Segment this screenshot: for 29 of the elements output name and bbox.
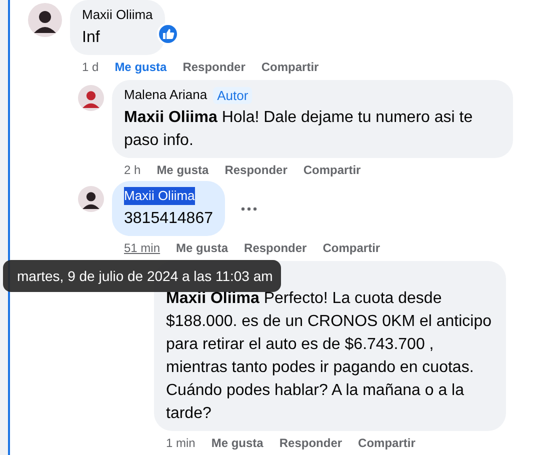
comment-text: Inf bbox=[82, 28, 101, 48]
comment-time[interactable]: 1 d bbox=[82, 60, 99, 74]
comment-action[interactable]: Responder bbox=[224, 163, 288, 177]
comment-time[interactable]: 2 h bbox=[124, 163, 141, 177]
author-name[interactable]: Maxii Oliima bbox=[82, 6, 153, 24]
comment-action[interactable]: Responder bbox=[182, 60, 246, 74]
avatar[interactable] bbox=[28, 3, 62, 37]
comment-action[interactable]: Responder bbox=[244, 241, 307, 255]
comment-action[interactable]: Compartir bbox=[261, 60, 319, 74]
comment-text: 3815414867 bbox=[124, 209, 213, 229]
comment-action[interactable]: Me gusta bbox=[176, 241, 228, 255]
comment-action[interactable]: Me gusta bbox=[114, 60, 167, 74]
avatar[interactable] bbox=[78, 186, 104, 212]
comment-action[interactable]: Responder bbox=[279, 436, 342, 450]
comment-text: Maxii Oliima Hola! Dale dejame tu numero asi te paso info. bbox=[124, 108, 474, 151]
more-icon[interactable] bbox=[240, 206, 257, 210]
comment-time[interactable]: 51 min bbox=[124, 241, 160, 255]
timestamp-tooltip: martes, 9 de julio de 2024 a las 11:03 am bbox=[3, 260, 281, 292]
comment-action[interactable]: Me gusta bbox=[156, 163, 209, 177]
author-name[interactable]: Malena Ariana bbox=[124, 86, 208, 104]
comment-action[interactable]: Me gusta bbox=[211, 436, 264, 450]
comment-action[interactable]: Compartir bbox=[303, 163, 361, 177]
author-tag: Autor bbox=[213, 86, 252, 104]
comment-action[interactable]: Compartir bbox=[358, 436, 416, 450]
author-name[interactable]: Maxii Oliima bbox=[124, 187, 195, 205]
comment-text: Maxii Oliima Perfecto! La cuota desde $188.000. es de un CRONOS 0KM el anticipo para retirar el auto es de $6.743.700 , mientras tanto podes ir pagando en cuotas. Cuándo podes hablar? A la mañana o a la tarde? bbox=[166, 289, 493, 424]
like-icon[interactable] bbox=[156, 23, 179, 45]
comment-action[interactable]: Compartir bbox=[322, 241, 380, 255]
comment-time[interactable]: 1 min bbox=[166, 436, 196, 450]
